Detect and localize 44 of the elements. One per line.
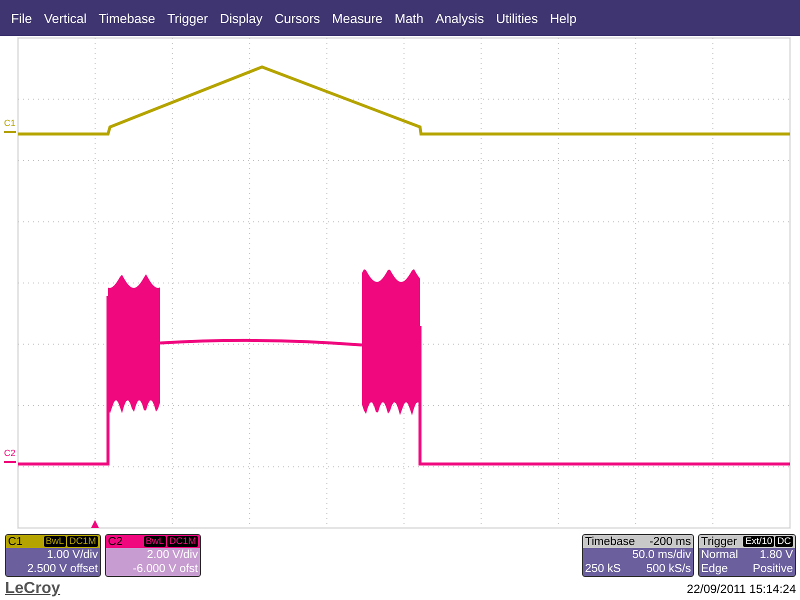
trigger-panel[interactable]: Trigger Ext/10 DC Normal 1.80 V Edge Positive xyxy=(698,534,796,577)
menu-item[interactable]: Measure xyxy=(327,10,390,26)
menu-item[interactable]: Cursors xyxy=(270,10,328,26)
vertical-scale: 2.00 V/div xyxy=(146,548,199,562)
menu-item[interactable]: Utilities xyxy=(490,10,545,26)
channel-label: C2 xyxy=(108,536,123,548)
trigger-tag: DC xyxy=(775,536,793,547)
logo: LeCroy xyxy=(5,580,60,598)
timebase-panel[interactable]: Timebase -200 ms 50.0 ms/div 250 kS 500 kS/s xyxy=(582,534,694,577)
vertical-offset: 2.500 V offset xyxy=(26,562,99,576)
menu-item[interactable]: Help xyxy=(544,10,584,26)
menu-item[interactable]: Analysis xyxy=(430,10,491,26)
time-scale: 50.0 ms/div xyxy=(631,548,692,562)
sample-count: 250 kS xyxy=(585,562,621,576)
coupling-tag: BwL xyxy=(44,536,66,547)
trigger-marker-icon xyxy=(91,520,99,528)
delay-value: -200 ms xyxy=(649,536,691,548)
coupling-tag: DC1M xyxy=(167,536,198,547)
menu-item[interactable]: Timebase xyxy=(94,10,162,26)
trigger-tag: Ext/10 xyxy=(743,536,774,547)
trigger-type: Edge xyxy=(701,562,728,576)
menu-item[interactable]: File xyxy=(6,10,39,26)
menu-item[interactable]: Vertical xyxy=(38,10,94,26)
panel-title: Timebase xyxy=(585,536,636,548)
menu-item[interactable]: Trigger xyxy=(162,10,215,26)
coupling-tag: BwL xyxy=(144,536,166,547)
menu-item[interactable]: Display xyxy=(214,10,270,26)
channel-label: C1 xyxy=(8,536,23,548)
trigger-mode: Normal xyxy=(701,548,738,562)
panel-title: Trigger xyxy=(701,536,737,548)
trace-marker xyxy=(4,461,16,463)
trace-marker xyxy=(4,131,16,133)
sample-rate: 500 kS/s xyxy=(646,562,691,576)
trigger-level: 1.80 V xyxy=(760,548,793,562)
trace-label: C2 xyxy=(4,448,16,458)
channel-panel[interactable]: C1 BwL DC1M 1.00 V/div 2.500 V offset xyxy=(5,534,101,577)
date-time: 22/09/2011 15:14:24 xyxy=(686,582,796,596)
vertical-offset: -6.000 V ofst xyxy=(132,562,199,576)
trigger-slope: Positive xyxy=(752,562,793,576)
vertical-scale: 1.00 V/div xyxy=(46,548,99,562)
channel-panel[interactable]: C2 BwL DC1M 2.00 V/div -6.000 V ofst xyxy=(105,534,201,577)
trace-label: C1 xyxy=(4,118,16,128)
coupling-tag: DC1M xyxy=(67,536,98,547)
menu-item[interactable]: Math xyxy=(390,10,431,26)
